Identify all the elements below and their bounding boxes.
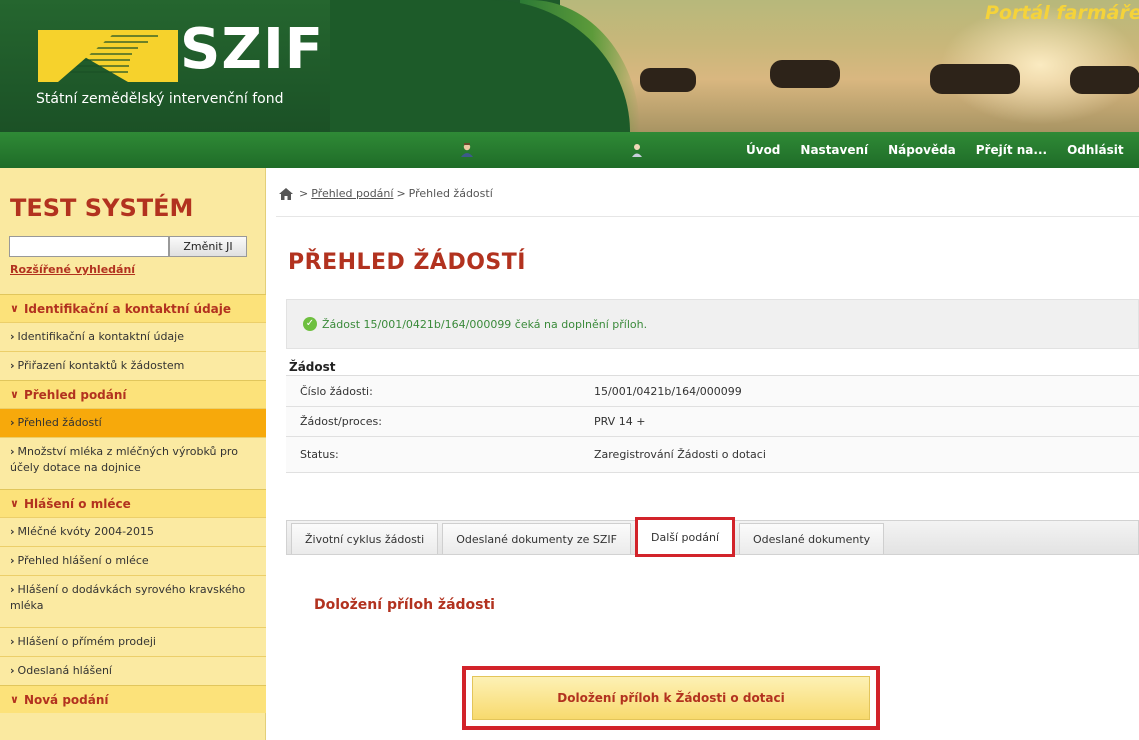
sidebar-section-hlaseni-o-mlece[interactable]: ∨ Hlášení o mléce [0,489,266,517]
sidebar-item-prehled-hlaseni[interactable]: › Přehled hlášení o mléce [0,546,266,575]
sidebar-menu: ∨ Identifikační a kontaktní údaje › Ident… [0,294,266,713]
sidebar-item-prehled-zadosti[interactable]: › Přehled žádostí [0,408,266,437]
sidebar-item-prirazeni-kontaktu[interactable]: › Přiřazení kontaktů k žádostem [0,351,266,380]
section-title: Doložení příloh žádosti [314,597,495,613]
request-detail-table: Žádost Číslo žádosti: 15/001/0421b/164/0… [286,360,1139,473]
chevron-right-icon: › [10,330,15,343]
sidebar-item-label: Hlášení o dodávkách syrového kravského m… [10,583,246,612]
tab-dalsi-podani[interactable]: Další podání [634,517,735,557]
home-icon[interactable] [279,187,293,200]
chevron-right-icon: › [10,416,15,429]
chevron-right-icon: › [10,583,15,596]
chevron-right-icon: › [10,554,15,567]
logo-text: SZIF [180,17,325,82]
user-icon[interactable] [459,142,475,158]
tab-odeslane-ze-szif[interactable]: Odeslané dokumenty ze SZIF [442,523,631,554]
person-icon[interactable] [629,142,645,158]
page-title: PŘEHLED ŽÁDOSTÍ [288,250,526,275]
chevron-right-icon: › [10,635,15,648]
sidebar-section-prehled-podani[interactable]: ∨ Přehled podání [0,380,266,408]
table-row: Žádost/proces: PRV 14 + [286,407,1139,437]
nav-links: Úvod Nastavení Nápověda Přejít na... Odh… [746,132,1139,168]
tab-odeslane-dokumenty[interactable]: Odeslané dokumenty [739,523,885,554]
change-ji-button[interactable]: Změnit JI [169,236,247,257]
system-title: TEST SYSTÉM [10,194,194,222]
chevron-right-icon: › [10,445,15,458]
header-banner: SZIF Státní zemědělský intervenční fond … [0,0,1139,132]
sidebar-item-mnozstvi-mleka[interactable]: › Množství mléka z mléčných výrobků pro ú… [0,437,266,489]
main-content: > Přehled podání > Přehled žádostí PŘEHL… [276,168,1139,740]
table-row: Číslo žádosti: 15/001/0421b/164/000099 [286,376,1139,407]
chevron-down-icon: ∨ [10,302,19,315]
chevron-right-icon: › [10,359,15,372]
alert-text: Žádost 15/001/0421b/164/000099 čeká na d… [322,317,648,331]
sidebar-item-label: Identifikační a kontaktní údaje [17,330,184,343]
sidebar-item-label: Odeslaná hlášení [17,664,112,677]
cow-shape [770,60,840,88]
sidebar-item-label: Přehled hlášení o mléce [17,554,149,567]
logo-stripes-icon [38,30,178,82]
chevron-right-icon: › [10,525,15,538]
detail-key: Status: [300,448,339,461]
chevron-down-icon: ∨ [10,497,19,510]
sidebar-item-mlecne-kvoty[interactable]: › Mléčné kvóty 2004-2015 [0,517,266,546]
nav-link-prejit-na[interactable]: Přejít na... [976,143,1047,157]
sidebar-item-hlaseni-dodavky[interactable]: › Hlášení o dodávkách syrového kravského … [0,575,266,627]
tab-zivotni-cyklus[interactable]: Životní cyklus žádosti [291,523,439,554]
detail-value: PRV 14 + [594,415,646,428]
nav-link-napoveda[interactable]: Nápověda [888,143,956,157]
detail-value: 15/001/0421b/164/000099 [594,384,742,398]
breadcrumb-link-prehled-podani[interactable]: Přehled podání [311,187,393,200]
cow-shape [930,64,1020,94]
chevron-down-icon: ∨ [10,388,19,401]
sidebar-item-identifikacni-udaje[interactable]: › Identifikační a kontaktní údaje [0,322,266,351]
breadcrumb-divider [276,216,1139,217]
portal-title: Portál farmáře [985,2,1139,24]
sidebar-section-label: Přehled podání [23,387,127,402]
advanced-search-link[interactable]: Rozšířené vyhledání [10,263,135,276]
logo-area[interactable]: SZIF Státní zemědělský intervenční fond [0,0,330,132]
sidebar-section-label: Identifikační a kontaktní údaje [23,301,232,316]
cow-shape [1070,66,1139,94]
sidebar-item-odeslana-hlaseni[interactable]: › Odeslaná hlášení [0,656,266,685]
sidebar-section-identifikace[interactable]: ∨ Identifikační a kontaktní údaje [0,294,266,322]
sidebar-item-label: Hlášení o přímém prodeji [17,635,156,648]
breadcrumb: > Přehled podání > Přehled žádostí [279,187,493,200]
table-row: Status: Zaregistrování Žádosti o dotaci [286,437,1139,473]
tab-bar: Životní cyklus žádosti Odeslané dokument… [286,517,1139,557]
breadcrumb-separator: > [299,187,309,200]
nav-link-nastaveni[interactable]: Nastavení [800,143,868,157]
sidebar: TEST SYSTÉM Změnit JI Rozšířené vyhledán… [0,168,266,740]
detail-heading: Žádost [286,360,1139,376]
breadcrumb-separator: > [396,187,406,200]
attach-button-highlight: Doložení příloh k Žádosti o dotaci [462,666,880,730]
sidebar-item-label: Přiřazení kontaktů k žádostem [17,359,185,372]
nav-link-uvod[interactable]: Úvod [746,143,780,157]
logo-subtitle: Státní zemědělský intervenční fond [36,91,284,107]
check-circle-icon: ✓ [303,317,317,331]
sidebar-section-label: Hlášení o mléce [23,496,131,511]
detail-value: Zaregistrování Žádosti o dotaci [594,448,766,461]
sidebar-item-label: Množství mléka z mléčných výrobků pro úč… [10,445,238,474]
status-alert: ✓ Žádost 15/001/0421b/164/000099 čeká na… [286,299,1139,349]
detail-key: Žádost/proces: [300,415,382,428]
detail-key: Číslo žádosti: [300,384,373,398]
sidebar-item-hlaseni-prime-prodej[interactable]: › Hlášení o přímém prodeji [0,627,266,656]
sidebar-section-label: Nová podání [23,692,109,707]
sidebar-item-label: Přehled žádostí [17,416,102,429]
search-input[interactable] [9,236,169,257]
breadcrumb-current: Přehled žádostí [408,187,493,200]
chevron-right-icon: › [10,664,15,677]
nav-link-odhlasit[interactable]: Odhlásit [1067,143,1124,157]
top-navigation: Úvod Nastavení Nápověda Přejít na... Odh… [0,132,1139,168]
attach-documents-button[interactable]: Doložení příloh k Žádosti o dotaci [472,676,870,720]
sidebar-item-label: Mléčné kvóty 2004-2015 [17,525,155,538]
chevron-down-icon: ∨ [10,693,19,706]
cow-shape [640,68,696,92]
sidebar-section-nova-podani[interactable]: ∨ Nová podání [0,685,266,713]
